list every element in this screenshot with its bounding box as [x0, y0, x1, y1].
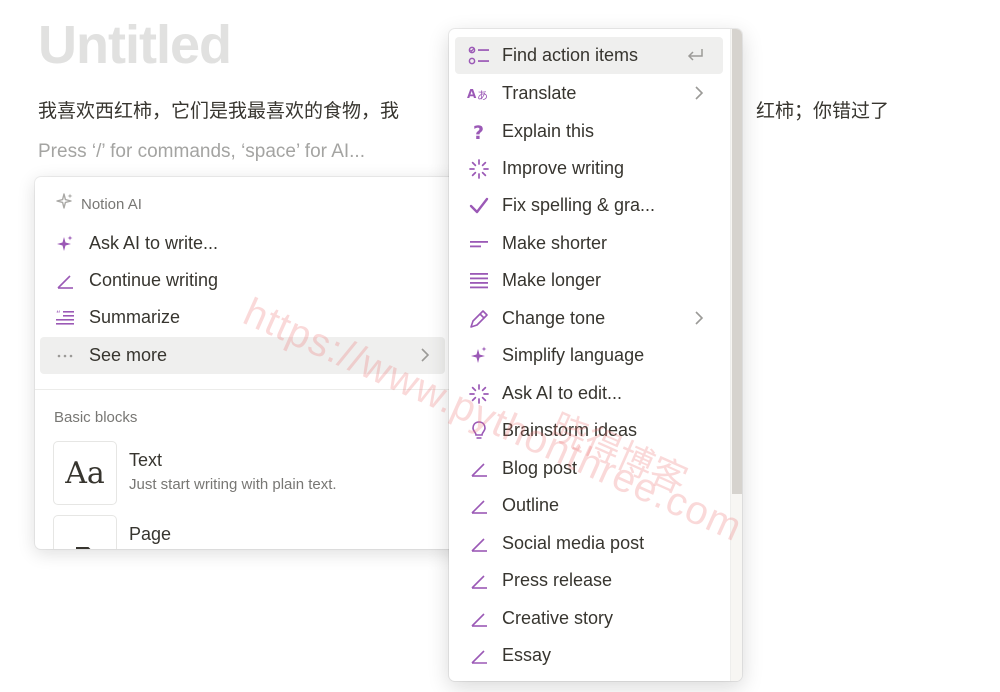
pen-icon	[467, 569, 491, 593]
slash-command-menu: Notion AI Ask AI to write... Continue wr…	[35, 177, 465, 549]
sparkle-icon	[55, 192, 75, 216]
make-shorter-item[interactable]: Make shorter	[455, 225, 723, 262]
translate-item[interactable]: Aあ Translate	[455, 75, 723, 112]
continue-writing-item[interactable]: Continue writing	[40, 262, 465, 299]
menu-item-label: Brainstorm ideas	[502, 420, 638, 440]
block-title: Text	[129, 450, 163, 470]
translate-icon: Aあ	[467, 82, 491, 106]
change-tone-item[interactable]: Change tone	[455, 300, 723, 337]
question-icon: ?	[467, 120, 491, 144]
ask-ai-to-edit-item[interactable]: Ask AI to edit...	[455, 375, 723, 412]
blog-post-item[interactable]: Blog post	[455, 450, 723, 487]
summarize-item[interactable]: “ Summarize	[40, 299, 465, 336]
menu-item-label: Make shorter	[502, 233, 608, 253]
svg-text:A: A	[467, 87, 477, 101]
body-text-tail[interactable]: 红柿；你错过了	[756, 96, 889, 123]
menu-item-label: Change tone	[502, 308, 606, 328]
outline-item[interactable]: Outline	[455, 487, 723, 524]
explain-this-item[interactable]: ? Explain this	[455, 113, 723, 150]
menu-item-label: Ask AI to write...	[89, 233, 219, 253]
simplify-language-item[interactable]: Simplify language	[455, 337, 723, 374]
command-placeholder[interactable]: Press ‘/’ for commands, ‘space’ for AI..…	[38, 141, 365, 163]
enter-key-icon	[685, 46, 705, 69]
menu-item-label: Fix spelling & gra...	[502, 195, 656, 215]
notion-ai-label: Notion AI	[81, 195, 142, 213]
pen-icon	[467, 494, 491, 518]
chevron-right-icon	[693, 309, 705, 332]
menu-item-label: Improve writing	[502, 158, 625, 178]
pen-icon	[467, 644, 491, 668]
page-block-item[interactable]: Page	[53, 515, 171, 549]
pen-nib-icon	[467, 307, 491, 331]
pen-icon	[467, 607, 491, 631]
svg-text:あ: あ	[477, 89, 488, 102]
ask-ai-to-write-item[interactable]: Ask AI to write...	[40, 225, 465, 262]
submenu-scrollbar[interactable]	[730, 29, 742, 681]
chevron-right-icon	[693, 84, 705, 107]
creative-story-item[interactable]: Creative story	[455, 600, 723, 637]
sparkle-icon	[54, 233, 76, 255]
menu-item-label: Essay	[502, 645, 552, 665]
burst-icon	[467, 382, 491, 406]
basic-blocks-section-header: Basic blocks	[54, 406, 137, 428]
body-text[interactable]: 我喜欢西红柿，它们是我最喜欢的食物，我	[38, 96, 399, 123]
chevron-right-icon	[419, 346, 431, 369]
press-release-item[interactable]: Press release	[455, 562, 723, 599]
svg-text:“: “	[56, 310, 61, 320]
menu-item-label: Social media post	[502, 533, 645, 553]
short-lines-icon	[467, 232, 491, 256]
svg-text:?: ?	[473, 122, 484, 143]
basic-blocks-label: Basic blocks	[54, 408, 138, 426]
menu-item-label: Make longer	[502, 270, 602, 290]
pen-icon	[467, 532, 491, 556]
find-action-items-item[interactable]: Find action items	[455, 37, 723, 74]
block-description: Just start writing with plain text.	[129, 476, 337, 493]
menu-item-label: Continue writing	[89, 270, 219, 290]
page-icon	[53, 515, 117, 549]
menu-item-label: Blog post	[502, 458, 578, 478]
menu-item-label: Outline	[502, 495, 560, 515]
page-title[interactable]: Untitled	[38, 14, 232, 76]
menu-divider	[35, 389, 465, 390]
text-block-item[interactable]: Aa Text Just start writing with plain te…	[53, 441, 337, 505]
pen-icon	[54, 270, 76, 292]
make-longer-item[interactable]: Make longer	[455, 262, 723, 299]
menu-item-label: Simplify language	[502, 345, 645, 365]
text-block-thumbnail: Aa	[53, 441, 117, 505]
menu-item-label: Summarize	[89, 307, 181, 327]
menu-item-label: See more	[89, 345, 168, 365]
menu-item-label: Ask AI to edit...	[502, 383, 623, 403]
notion-ai-section-header: Notion AI	[55, 193, 142, 215]
menu-item-label: Explain this	[502, 121, 595, 141]
summarize-icon: “	[54, 307, 76, 329]
checklist-icon	[467, 44, 491, 68]
long-lines-icon	[467, 269, 491, 293]
check-icon	[467, 194, 491, 218]
sparkle-icon	[467, 344, 491, 368]
pen-icon	[467, 457, 491, 481]
lightbulb-icon	[467, 419, 491, 443]
menu-item-label: Translate	[502, 83, 577, 103]
scrollbar-thumb[interactable]	[732, 29, 742, 494]
essay-item[interactable]: Essay	[455, 637, 723, 674]
fix-spelling-item[interactable]: Fix spelling & gra...	[455, 187, 723, 224]
brainstorm-ideas-item[interactable]: Brainstorm ideas	[455, 412, 723, 449]
block-title: Page	[129, 524, 172, 544]
ai-actions-submenu: Find action items Aあ Translate ? Explain…	[449, 29, 742, 681]
improve-writing-item[interactable]: Improve writing	[455, 150, 723, 187]
more-dots-icon	[54, 345, 76, 367]
social-media-post-item[interactable]: Social media post	[455, 525, 723, 562]
burst-icon	[467, 157, 491, 181]
menu-item-label: Creative story	[502, 608, 614, 628]
menu-item-label: Press release	[502, 570, 613, 590]
see-more-item[interactable]: See more	[40, 337, 445, 374]
menu-item-label: Find action items	[502, 45, 639, 65]
